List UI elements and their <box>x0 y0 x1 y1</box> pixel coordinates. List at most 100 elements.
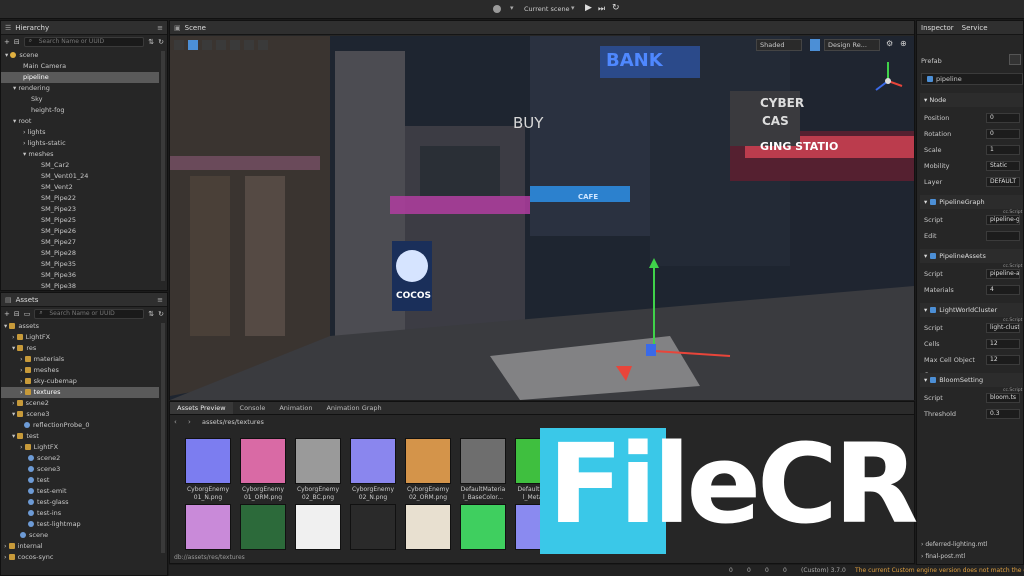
rotate-tool-icon[interactable] <box>202 40 212 50</box>
tree-item[interactable]: scene3 <box>1 464 167 475</box>
move-tool-icon[interactable] <box>188 40 198 50</box>
tree-item[interactable]: › materials <box>1 354 167 365</box>
component-section[interactable]: ▾ PipelineAssets <box>920 249 1023 263</box>
tree-item[interactable]: SM_Pipe36 <box>1 270 167 281</box>
tab-console[interactable]: Console <box>233 402 273 414</box>
sort-icon[interactable]: ⇅ <box>148 310 154 318</box>
node-active-checkbox[interactable] <box>927 76 933 82</box>
tree-item[interactable]: Sky <box>1 94 167 105</box>
sort-icon[interactable]: ⇅ <box>148 38 154 46</box>
tree-item-selected[interactable]: › textures <box>1 387 159 398</box>
tree-item[interactable]: ▾ scene <box>1 50 167 61</box>
tree-item[interactable]: SM_Pipe38 <box>1 281 167 292</box>
texture-thumbnail[interactable] <box>515 438 561 484</box>
tree-item[interactable]: test-ins <box>1 508 167 519</box>
gear-icon[interactable]: ⚙ <box>886 39 893 48</box>
tree-item[interactable]: › LightFX <box>1 442 167 453</box>
add-asset-icon[interactable]: + <box>4 310 10 318</box>
tree-item[interactable]: › cocos-sync <box>1 552 167 563</box>
assets-search-input[interactable]: Search Name or UUID <box>34 309 145 319</box>
tree-item[interactable]: SM_Pipe22 <box>1 193 167 204</box>
tree-item[interactable]: ▾ test <box>1 431 167 442</box>
property-value[interactable]: DEFAULT <box>986 177 1020 187</box>
scale-tool-icon[interactable] <box>216 40 226 50</box>
texture-thumbnail[interactable] <box>515 504 561 550</box>
tree-item[interactable]: scene2 <box>1 453 167 464</box>
tree-item[interactable]: SM_Pipe35 <box>1 259 167 270</box>
property-value[interactable] <box>986 231 1020 241</box>
property-value[interactable]: 1 <box>986 145 1020 155</box>
tree-item[interactable]: SM_Pipe26 <box>1 226 167 237</box>
scene-globe-icon[interactable] <box>493 5 501 13</box>
scene-viewport[interactable]: BANK BUY CYBER CAS GING STATIO COCOS CAF… <box>170 36 914 400</box>
property-value[interactable]: 4 <box>986 285 1020 295</box>
tree-item[interactable]: SM_Pipe27 <box>1 237 167 248</box>
refresh-icon[interactable]: ↻ <box>158 38 164 46</box>
component-section[interactable]: ▾ BloomSetting <box>920 373 1023 387</box>
property-value[interactable]: 0 <box>986 113 1020 123</box>
texture-thumbnail[interactable] <box>350 504 396 550</box>
texture-thumbnail[interactable] <box>185 438 231 484</box>
tree-item[interactable]: ▾ rendering <box>1 83 167 94</box>
texture-thumbnail[interactable] <box>405 504 451 550</box>
hierarchy-scrollbar[interactable] <box>161 51 165 281</box>
tree-item[interactable]: test-lightmap <box>1 519 167 530</box>
bottom-item-final-post[interactable]: › final-post.mtl <box>921 553 965 560</box>
tree-item[interactable]: SM_Car2 <box>1 160 167 171</box>
filter-icon[interactable]: ⊟ <box>14 310 20 318</box>
tree-item[interactable]: scene <box>1 530 167 541</box>
tree-item[interactable]: SM_Pipe23 <box>1 204 167 215</box>
tree-item[interactable]: ▾ meshes <box>1 149 167 160</box>
prefab-edit-icon[interactable] <box>1009 54 1021 65</box>
hand-tool-icon[interactable] <box>174 40 184 50</box>
texture-thumbnail[interactable] <box>460 504 506 550</box>
node-name-input[interactable]: pipeline <box>921 73 1023 85</box>
tab-inspector[interactable]: Inspector <box>921 24 954 32</box>
refresh-icon[interactable]: ↻ <box>612 3 620 13</box>
tab-animation[interactable]: Animation <box>272 402 319 414</box>
lighting-toggle-icon[interactable] <box>810 39 820 51</box>
property-value[interactable]: bloom.ts <box>986 393 1020 403</box>
add-node-icon[interactable]: + <box>4 38 10 46</box>
tree-item[interactable]: test <box>1 475 167 486</box>
camera-icon[interactable]: ⊕ <box>900 39 907 48</box>
property-value[interactable]: pipeline-ass <box>986 269 1020 279</box>
scene-dropdown[interactable]: Current scene <box>524 5 570 13</box>
tree-item[interactable]: ▾ root <box>1 116 167 127</box>
texture-thumbnail[interactable] <box>460 438 506 484</box>
tree-item[interactable]: test-emit <box>1 486 167 497</box>
component-section[interactable]: ▾ PipelineGraph <box>920 195 1023 209</box>
tree-item-selected[interactable]: pipeline <box>1 72 159 83</box>
tree-item[interactable]: › lights <box>1 127 167 138</box>
property-value[interactable]: light-cluster <box>986 323 1020 333</box>
tree-item[interactable]: ▾ scene3 <box>1 409 167 420</box>
tab-animation-graph[interactable]: Animation Graph <box>319 402 388 414</box>
tree-item[interactable]: › scene2 <box>1 398 167 409</box>
property-value[interactable]: pipeline-gra <box>986 215 1020 225</box>
component-enabled-checkbox[interactable] <box>930 377 937 383</box>
texture-thumbnail[interactable] <box>405 438 451 484</box>
play-icon[interactable]: ▶ <box>585 3 592 13</box>
orientation-gizmo[interactable] <box>870 56 906 106</box>
tree-item[interactable]: › sky-cubemap <box>1 376 167 387</box>
forward-arrow-icon[interactable]: › <box>188 418 191 426</box>
tree-item[interactable]: › lights-static <box>1 138 167 149</box>
property-value[interactable]: 12 <box>986 355 1020 365</box>
tree-item[interactable]: ▾ res <box>1 343 167 354</box>
texture-thumbnail[interactable] <box>570 438 616 484</box>
tree-item[interactable]: SM_Pipe25 <box>1 215 167 226</box>
panel-menu-icon[interactable]: ≡ <box>157 24 163 32</box>
component-enabled-checkbox[interactable] <box>930 253 937 259</box>
tree-item[interactable]: › internal <box>1 541 167 552</box>
scene-dropdown-chevron-icon[interactable]: ▾ <box>571 4 575 12</box>
tree-item[interactable]: SM_Vent01_24 <box>1 171 167 182</box>
component-enabled-checkbox[interactable] <box>930 307 937 313</box>
texture-thumbnail[interactable] <box>185 504 231 550</box>
tree-item[interactable]: SM_Vent2 <box>1 182 167 193</box>
tree-item[interactable]: › meshes <box>1 365 167 376</box>
section-node[interactable]: ▾ Node <box>920 93 1023 107</box>
tree-item[interactable]: height-fog <box>1 105 167 116</box>
texture-thumbnail[interactable] <box>295 438 341 484</box>
rect-tool-icon[interactable] <box>230 40 240 50</box>
back-arrow-icon[interactable]: ‹ <box>174 418 177 426</box>
